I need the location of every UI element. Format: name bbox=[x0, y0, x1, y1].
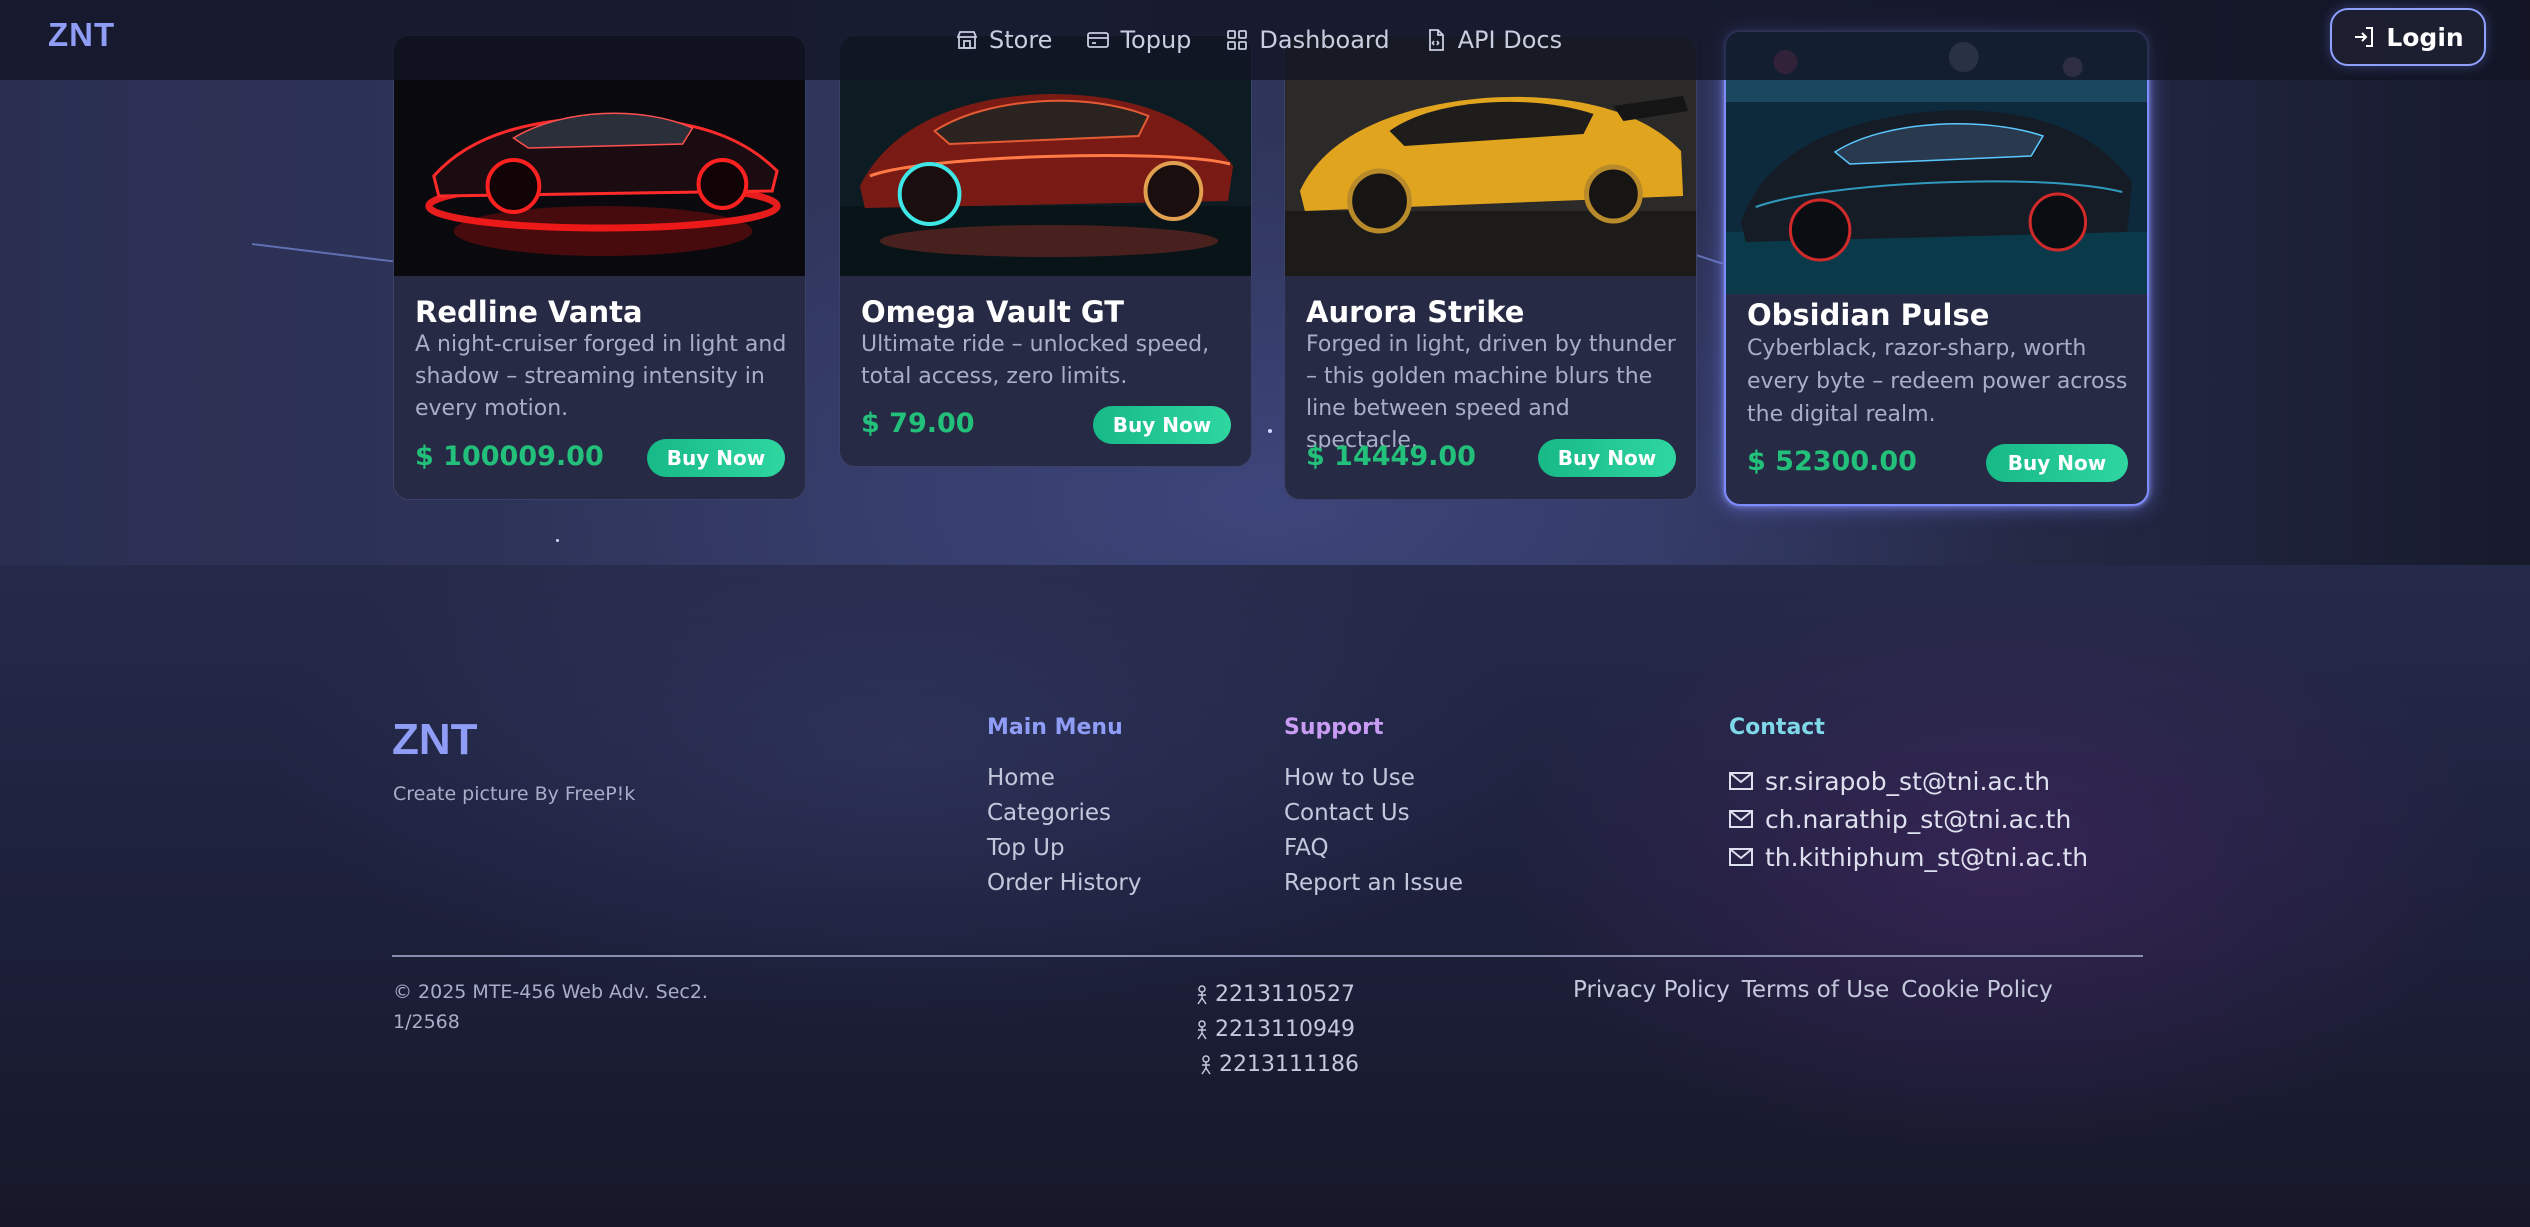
card-icon bbox=[1087, 32, 1110, 48]
buy-now-button[interactable]: Buy Now bbox=[1538, 439, 1676, 477]
product-title: Aurora Strike bbox=[1306, 295, 1525, 329]
nav-store-label: Store bbox=[989, 26, 1053, 54]
product-section: Redline Vanta A night-cruiser forged in … bbox=[0, 0, 2530, 565]
buy-now-button[interactable]: Buy Now bbox=[1986, 444, 2128, 482]
product-card-featured: Obsidian Pulse Cyberblack, razor-sharp, … bbox=[1724, 30, 2149, 506]
product-price: $ 14449.00 bbox=[1306, 441, 1476, 472]
product-description: A night-cruiser forged in light and shad… bbox=[415, 332, 787, 421]
product-card: Omega Vault GT Ultimate ride – unlocked … bbox=[839, 35, 1252, 467]
student-id: 2213110527 bbox=[1215, 982, 1355, 1007]
policy-links: Privacy Policy Terms of Use Cookie Polic… bbox=[1573, 977, 2053, 1003]
footer-logo: ZNT bbox=[392, 715, 478, 764]
footer-link-how-to-use[interactable]: How to Use bbox=[1284, 761, 1463, 796]
product-description: Cyberblack, razor-sharp, worth every byt… bbox=[1747, 336, 2128, 427]
footer-link-categories[interactable]: Categories bbox=[987, 796, 1142, 831]
nav-dashboard-link[interactable]: Dashboard bbox=[1225, 26, 1390, 54]
product-card: Aurora Strike Forged in light, driven by… bbox=[1284, 35, 1697, 500]
contact-list: sr.sirapob_st@tni.ac.th ch.narathip_st@t… bbox=[1729, 762, 2088, 876]
main-menu-title: Main Menu bbox=[987, 715, 1123, 740]
nav-store-link[interactable]: Store bbox=[955, 26, 1052, 54]
envelope-icon bbox=[1729, 810, 1753, 828]
support-list: How to Use Contact Us FAQ Report an Issu… bbox=[1284, 761, 1463, 901]
login-label: Login bbox=[2386, 22, 2464, 52]
student-id-row: 2213110527 bbox=[1195, 977, 1359, 1012]
footer-link-top-up[interactable]: Top Up bbox=[987, 831, 1142, 866]
contact-title: Contact bbox=[1729, 715, 1825, 740]
buy-now-button[interactable]: Buy Now bbox=[1093, 406, 1231, 444]
contact-email: sr.sirapob_st@tni.ac.th bbox=[1765, 766, 2051, 796]
store-icon bbox=[956, 31, 978, 49]
envelope-icon bbox=[1729, 848, 1753, 866]
document-icon bbox=[1428, 29, 1444, 51]
light-streak bbox=[251, 243, 394, 263]
nav-api-docs-label: API Docs bbox=[1457, 26, 1563, 54]
student-id-list: 2213110527 2213110949 2213111186 bbox=[1195, 977, 1359, 1082]
star-dot bbox=[1268, 429, 1272, 433]
site-footer: ZNT Create picture By FreeP!k Main Menu … bbox=[0, 565, 2530, 1227]
terms-of-use-link[interactable]: Terms of Use bbox=[1742, 977, 1890, 1003]
grid-icon bbox=[1227, 30, 1248, 50]
buy-now-button[interactable]: Buy Now bbox=[647, 439, 785, 477]
contact-email: ch.narathip_st@tni.ac.th bbox=[1765, 804, 2072, 834]
footer-link-order-history[interactable]: Order History bbox=[987, 866, 1142, 901]
contact-email-row[interactable]: ch.narathip_st@tni.ac.th bbox=[1729, 800, 2088, 838]
product-title: Obsidian Pulse bbox=[1747, 298, 1990, 332]
envelope-icon bbox=[1729, 772, 1753, 790]
login-icon bbox=[2355, 27, 2374, 47]
product-title: Omega Vault GT bbox=[861, 295, 1125, 329]
main-menu-list: Home Categories Top Up Order History bbox=[987, 761, 1142, 901]
privacy-policy-link[interactable]: Privacy Policy bbox=[1573, 977, 1730, 1003]
contact-email: th.kithiphum_st@tni.ac.th bbox=[1765, 842, 2089, 872]
support-title: Support bbox=[1284, 715, 1384, 740]
copyright-text: © 2025 MTE-456 Web Adv. Sec2. 1/2568 bbox=[393, 981, 708, 1033]
contact-email-row[interactable]: th.kithiphum_st@tni.ac.th bbox=[1729, 838, 2088, 876]
footer-divider bbox=[392, 955, 2143, 957]
footer-link-contact-us[interactable]: Contact Us bbox=[1284, 796, 1463, 831]
student-id: 2213111186 bbox=[1219, 1052, 1359, 1077]
nav-topup-link[interactable]: Topup bbox=[1086, 26, 1191, 54]
top-navbar: ZNT Store Topup Dashboard API Docs Login bbox=[0, 0, 2530, 80]
footer-link-home[interactable]: Home bbox=[987, 761, 1142, 796]
nav-links: Store Topup Dashboard API Docs bbox=[955, 0, 1562, 80]
student-id: 2213110949 bbox=[1215, 1017, 1355, 1042]
star-dot bbox=[556, 539, 559, 542]
product-title: Redline Vanta bbox=[415, 295, 643, 329]
brand-logo[interactable]: ZNT bbox=[48, 16, 115, 54]
student-id-row: 2213111186 bbox=[1195, 1047, 1359, 1082]
product-description: Forged in light, driven by thunder – thi… bbox=[1306, 332, 1676, 453]
contact-email-row[interactable]: sr.sirapob_st@tni.ac.th bbox=[1729, 762, 2088, 800]
nav-dashboard-label: Dashboard bbox=[1259, 26, 1390, 54]
footer-link-faq[interactable]: FAQ bbox=[1284, 831, 1463, 866]
student-id-row: 2213110949 bbox=[1195, 1012, 1359, 1047]
light-streak bbox=[1695, 254, 1723, 265]
person-icon bbox=[1201, 1054, 1211, 1074]
image-credit: Create picture By FreeP!k bbox=[393, 783, 636, 805]
product-card: Redline Vanta A night-cruiser forged in … bbox=[393, 35, 806, 500]
person-icon bbox=[1197, 1019, 1207, 1039]
product-price: $ 100009.00 bbox=[415, 441, 604, 472]
nav-topup-label: Topup bbox=[1120, 26, 1192, 54]
person-icon bbox=[1197, 984, 1207, 1004]
footer-link-report-issue[interactable]: Report an Issue bbox=[1284, 866, 1463, 901]
nav-api-docs-link[interactable]: API Docs bbox=[1424, 26, 1562, 54]
cookie-policy-link[interactable]: Cookie Policy bbox=[1901, 977, 2053, 1003]
product-price: $ 52300.00 bbox=[1747, 446, 1917, 477]
product-description: Ultimate ride – unlocked speed, total ac… bbox=[861, 332, 1210, 389]
login-button[interactable]: Login bbox=[2330, 8, 2486, 66]
product-price: $ 79.00 bbox=[861, 408, 975, 439]
